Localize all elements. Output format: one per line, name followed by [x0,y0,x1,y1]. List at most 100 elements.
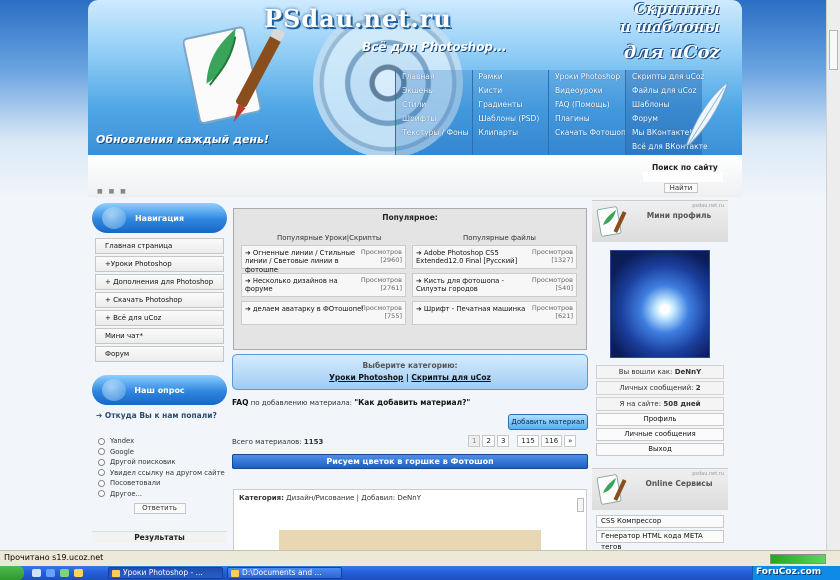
header-mini-icons[interactable]: ■ ■ ■ [97,188,128,195]
nav-item[interactable]: + Всё для uCoz [95,310,224,326]
menu-column-1: Главная Экшены Стили Шрифты Текстуры / Ф… [395,70,472,155]
nav-list: Главная страница +Уроки Photoshop + Допо… [92,238,227,362]
page-link[interactable]: 2 [482,435,495,447]
popular-item-title[interactable]: ➔ Кисть для фотошопа - Силуэты городов [416,277,536,294]
popular-item-title[interactable]: ➔ Шрифт - Печатная машинка [416,305,536,313]
popular-item-title[interactable]: ➔ Несколько дизайнов на форуме [245,277,365,294]
service-link[interactable]: Генератор HTML кода META тегов [596,530,724,551]
radio-button[interactable] [98,458,105,466]
popular-right-heading: Популярные файлы [463,234,536,242]
quicklaunch-icon[interactable] [32,569,41,577]
menu-link[interactable]: Экшены [402,84,472,98]
site-title[interactable]: PSdau.net.ru [264,4,452,33]
radio-button[interactable] [98,448,105,456]
popular-item-title[interactable]: ➔ Adobe Photoshop CS5 Extended12.0 Final… [416,249,536,266]
menu-link[interactable]: Кисти [479,84,549,98]
menu-link[interactable]: Клипарты [479,126,549,140]
radio-button[interactable] [98,469,105,477]
profile-button[interactable]: Профиль [596,413,724,426]
menu-link[interactable]: Стили [402,98,472,112]
taskbar-button-browser[interactable]: Уроки Photoshop - ... [108,567,223,579]
popular-item[interactable]: ➔ Несколько дизайнов на форуме Просмотро… [241,273,406,297]
menu-link[interactable]: Текстуры / Фоны [402,126,472,140]
logout-button[interactable]: Выход [596,443,724,456]
faq-label[interactable]: FAQ [232,398,248,407]
total-materials: Всего материалов: 1153 [232,438,323,446]
poll-option[interactable]: Yandex [98,436,227,447]
category-link-scripts[interactable]: Скрипты для uCoz [411,373,490,382]
page-scrollbar[interactable] [826,0,840,550]
entry-meta-value[interactable]: Дизайн/Рисование | Добавил: DeNnY [286,494,421,502]
quicklaunch-icon[interactable] [74,569,83,577]
poll-option[interactable]: Другой поисковик [98,457,227,468]
menu-link[interactable]: Плагины [555,112,625,126]
views-label: Просмотров [531,276,573,284]
private-messages-count: Личных сообщений: 2 [596,381,724,395]
private-messages-button[interactable]: Личные сообщения [596,428,724,441]
entry-title-bar[interactable]: Рисуем цветок в горшке в Фотошоп [232,454,588,469]
radio-button[interactable] [98,437,105,445]
watermark: psdau.net.ru [692,471,724,477]
nav-item[interactable]: + Скачать Photoshop [95,292,224,308]
scrollbar-thumb[interactable] [829,30,838,70]
popular-item-title[interactable]: ➔ Огненные линии / Стильные линии / Свет… [245,249,365,274]
service-link[interactable]: CSS Компрессор [596,515,724,528]
search-title: Поиск по сайту [652,163,718,172]
add-material-button[interactable]: Добавить материал [508,414,588,430]
username[interactable]: DeNnY [675,368,701,376]
nav-item[interactable]: + Дополнения для Photoshop [95,274,224,290]
menu-link[interactable]: FAQ (Помощь) [555,98,625,112]
page-link[interactable]: 116 [540,435,563,447]
menu-link[interactable]: Главная [402,70,472,84]
pagination: 1 2 3 115 116 » [466,435,577,447]
popular-item[interactable]: ➔ делаем аватарку в ФОтошопе! Просмотров… [241,301,406,325]
start-button[interactable] [0,566,24,580]
entry-meta: Категория: Дизайн/Рисование | Добавил: D… [239,494,421,502]
entry-card: Категория: Дизайн/Рисование | Добавил: D… [233,489,587,551]
category-box: Выберите категорию: Уроки Photoshop | Ск… [232,354,588,390]
category-title: Выберите категорию: [362,361,458,370]
popular-item[interactable]: ➔ Кисть для фотошопа - Силуэты городов П… [412,273,577,297]
popular-item[interactable]: ➔ Огненные линии / Стильные линии / Свет… [241,245,406,274]
menu-link[interactable]: Уроки Photoshop [555,70,625,84]
popular-item[interactable]: ➔ Шрифт - Печатная машинка Просмотров [6… [412,301,577,325]
next-page-link[interactable]: » [564,435,577,447]
poll-option[interactable]: Другое... [98,489,227,500]
poll-option[interactable]: Увидел ссылку на другом сайте [98,468,227,479]
vote-button[interactable]: Ответить [133,503,186,514]
poll-option[interactable]: Google [98,447,227,458]
user-avatar[interactable] [610,250,710,358]
faq-link[interactable]: "Как добавить материал?" [354,398,470,407]
header-motto: Обновления каждый день! [96,133,269,146]
page-link[interactable]: 115 [517,435,539,447]
search-input[interactable] [643,172,723,182]
quicklaunch-icon[interactable] [60,569,69,577]
poll-option[interactable]: Посоветовали [98,478,227,489]
security-zone-icon [770,554,826,564]
profile-title: Мини профиль [646,211,712,220]
radio-button[interactable] [98,479,105,487]
menu-link[interactable]: Шрифты [402,112,472,126]
poll-results-link[interactable]: Результаты [92,531,227,543]
menu-link[interactable]: Шаблоны (PSD) [479,112,549,126]
popular-item[interactable]: ➔ Adobe Photoshop CS5 Extended12.0 Final… [412,245,577,269]
page-link[interactable]: 3 [496,435,510,447]
entry-scroll-icon[interactable] [577,498,584,512]
category-link-lessons[interactable]: Уроки Photoshop [329,373,403,382]
quicklaunch-icon[interactable] [46,569,55,577]
taskbar-button-explorer[interactable]: D:\Documents and ... [227,567,342,579]
nav-item[interactable]: Мини чат* [95,328,224,344]
views-label: Просмотров [360,304,402,312]
nav-item[interactable]: +Уроки Photoshop [95,256,224,272]
search-button[interactable]: Найти [664,183,698,193]
radio-button[interactable] [98,490,105,498]
brand-line-1: Скрипты [634,0,720,18]
nav-item[interactable]: Главная страница [95,238,224,254]
system-tray: ForuCoz.com [752,566,840,580]
nav-item[interactable]: Форум [95,346,224,362]
popular-item-title[interactable]: ➔ делаем аватарку в ФОтошопе! [245,305,365,313]
menu-link[interactable]: Скачать Фотошоп [555,126,626,140]
menu-link[interactable]: Рамки [479,70,549,84]
menu-link[interactable]: Видеоуроки [555,84,625,98]
menu-link[interactable]: Градиенты [479,98,549,112]
